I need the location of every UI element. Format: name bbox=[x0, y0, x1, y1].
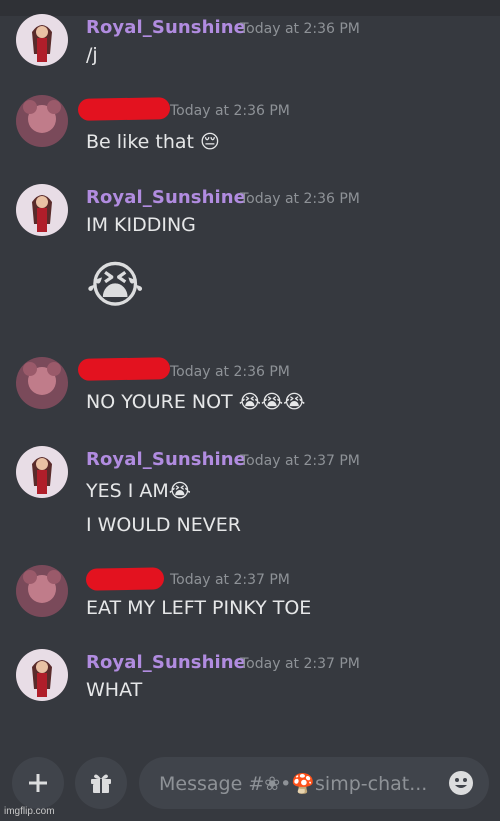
smiley-icon[interactable] bbox=[447, 769, 475, 797]
avatar[interactable] bbox=[16, 649, 68, 701]
redaction-mark bbox=[85, 567, 165, 591]
message-group: Today at 2:37 PM EAT MY LEFT PINKY TOE bbox=[0, 563, 500, 633]
username[interactable]: Royal_Sunshine bbox=[86, 187, 246, 208]
username[interactable]: Royal_Sunshine bbox=[86, 449, 246, 470]
timestamp[interactable]: Today at 2:36 PM bbox=[240, 21, 360, 37]
timestamp[interactable]: Today at 2:37 PM bbox=[240, 656, 360, 672]
message-text: WHAT bbox=[86, 679, 143, 701]
avatar[interactable] bbox=[16, 14, 68, 66]
message-text: NO YOURE NOT 😭😭😭 bbox=[86, 391, 306, 413]
avatar[interactable] bbox=[16, 95, 68, 147]
redaction-mark bbox=[77, 97, 171, 121]
plus-icon bbox=[29, 774, 47, 792]
avatar[interactable] bbox=[16, 565, 68, 617]
timestamp[interactable]: Today at 2:36 PM bbox=[170, 364, 290, 380]
message-group: Today at 2:36 PM NO YOURE NOT 😭😭😭 bbox=[0, 355, 500, 425]
big-emoji[interactable]: 😭 bbox=[86, 255, 144, 315]
timestamp[interactable]: Today at 2:37 PM bbox=[240, 453, 360, 469]
timestamp[interactable]: Today at 2:36 PM bbox=[240, 191, 360, 207]
gift-button[interactable] bbox=[75, 757, 127, 809]
avatar[interactable] bbox=[16, 184, 68, 236]
message-group: Royal_Sunshine Today at 2:36 PM IM KIDDI… bbox=[0, 180, 500, 330]
message-text: I WOULD NEVER bbox=[86, 514, 241, 536]
timestamp[interactable]: Today at 2:36 PM bbox=[170, 103, 290, 119]
message-input[interactable]: Message #❀•🍄simp-chat... bbox=[139, 757, 489, 809]
message-text: Be like that 😔 bbox=[86, 131, 220, 153]
avatar[interactable] bbox=[16, 446, 68, 498]
gift-icon bbox=[91, 774, 111, 793]
timestamp[interactable]: Today at 2:37 PM bbox=[170, 572, 290, 588]
add-attachment-button[interactable] bbox=[12, 757, 64, 809]
message-group: Royal_Sunshine Today at 2:36 PM /j bbox=[0, 10, 500, 80]
message-text: IM KIDDING bbox=[86, 214, 196, 236]
username[interactable]: Royal_Sunshine bbox=[86, 652, 246, 673]
message-text: EAT MY LEFT PINKY TOE bbox=[86, 597, 312, 619]
watermark: imgflip.com bbox=[4, 806, 55, 817]
message-group: Royal_Sunshine Today at 2:37 PM WHAT bbox=[0, 645, 500, 715]
message-group: Today at 2:36 PM Be like that 😔 bbox=[0, 95, 500, 165]
avatar[interactable] bbox=[16, 357, 68, 409]
message-composer: Message #❀•🍄simp-chat... bbox=[0, 743, 500, 821]
message-text: /j bbox=[86, 44, 98, 66]
username[interactable]: Royal_Sunshine bbox=[86, 17, 246, 38]
redaction-mark bbox=[77, 357, 171, 381]
message-text: YES I AM😭 bbox=[86, 480, 191, 502]
message-input-placeholder: Message #❀•🍄simp-chat... bbox=[159, 773, 428, 795]
message-group: Royal_Sunshine Today at 2:37 PM YES I AM… bbox=[0, 442, 500, 552]
